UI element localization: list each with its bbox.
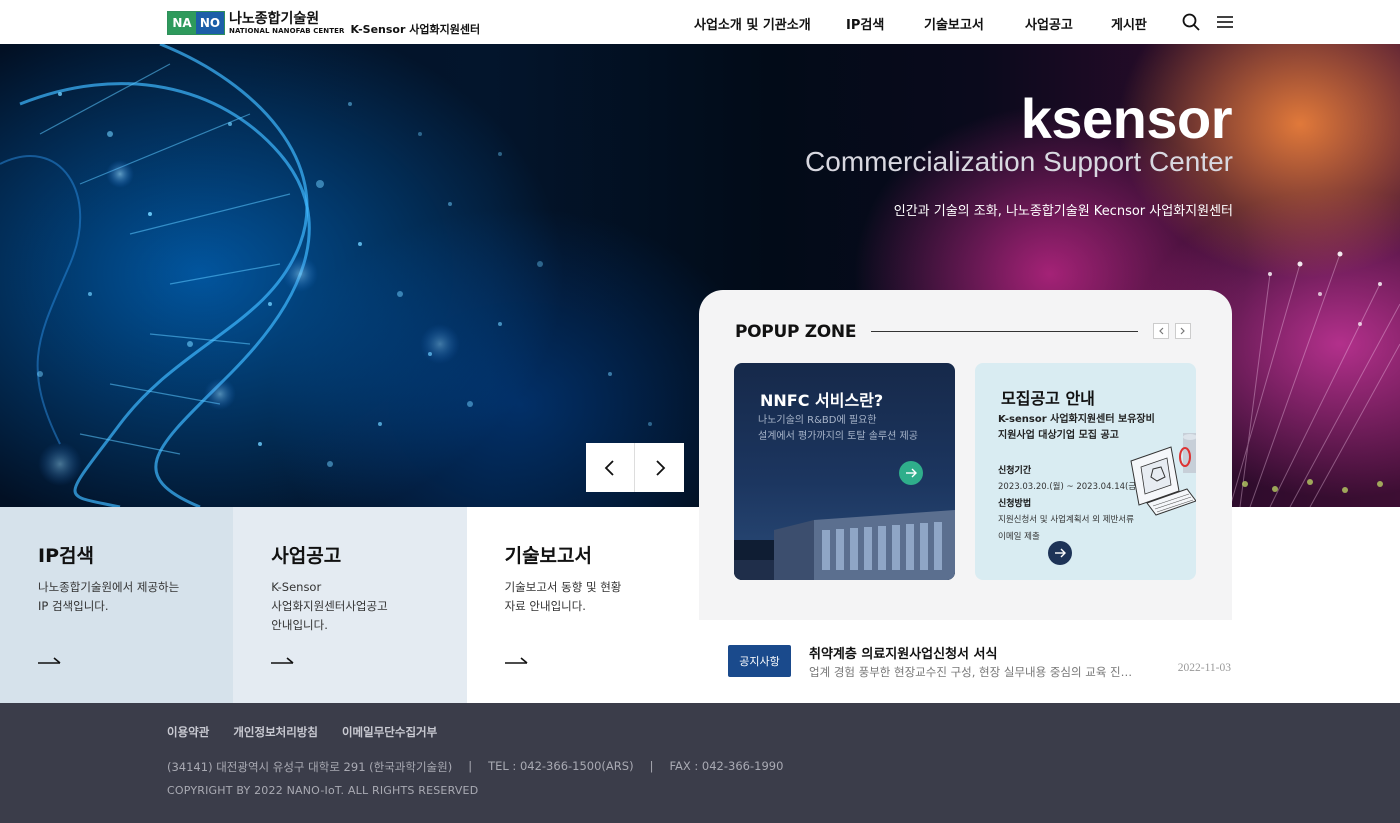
chevron-right-icon	[655, 459, 665, 476]
method-label: 신청방법	[998, 499, 1032, 509]
tile-title: 사업공고	[271, 545, 342, 567]
notice-title-link[interactable]: 취약계층 의료지원사업신청서 서식	[809, 643, 997, 662]
quick-link-tiles: IP검색 나노종합기술원에서 제공하는 IP 검색입니다. 사업공고 K-Sen…	[0, 507, 700, 703]
footer-tel: TEL : 042-366-1500(ARS)	[488, 759, 634, 773]
computer-illustration	[1130, 433, 1196, 516]
popup-nav	[1153, 323, 1191, 339]
footer-separator: |	[649, 759, 654, 773]
hero-prev-button[interactable]	[586, 443, 635, 492]
card-description: 나노기술의 R&BD에 필요한 설계에서 평가까지의 토탈 솔루션 제공	[758, 415, 918, 442]
period-value: 2023.03.20.(월) ~ 2023.04.14(금)	[998, 482, 1140, 492]
tile-announcements[interactable]: 사업공고 K-Sensor 사업화지원센터사업공고 안내입니다.	[233, 507, 467, 703]
nav-ip-search[interactable]: IP검색	[846, 14, 884, 33]
popup-next-button[interactable]	[1175, 323, 1191, 339]
nav-board[interactable]: 게시판	[1111, 14, 1147, 33]
hero-subtitle: Commercialization Support Center	[805, 146, 1233, 177]
nav-about[interactable]: 사업소개 및 기관소개	[694, 14, 811, 33]
arrow-right-icon	[271, 648, 295, 673]
hamburger-menu-icon[interactable]	[1215, 12, 1235, 32]
nav-announcements[interactable]: 사업공고	[1025, 14, 1073, 33]
tile-ip-search[interactable]: IP검색 나노종합기술원에서 제공하는 IP 검색입니다.	[0, 507, 234, 703]
popup-zone: POPUP ZONE NNFC 서비스란? 나노기술의 R&BD에 필요한 설계…	[699, 290, 1232, 620]
site-logo[interactable]: NA NO 나노종합기술원 NATIONAL NANOFAB CENTER K-…	[167, 9, 480, 37]
card-title: 모집공고 안내	[1001, 389, 1095, 408]
tile-title: 기술보고서	[504, 545, 592, 567]
tile-description: 기술보고서 동향 및 현황 자료 안내입니다.	[504, 580, 622, 613]
logo-korean-name: 나노종합기술원	[229, 10, 320, 27]
arrow-right-icon	[38, 648, 62, 673]
notice-badge[interactable]: 공지사항	[728, 645, 791, 677]
tile-description: 나노종합기술원에서 제공하는 IP 검색입니다.	[38, 580, 180, 613]
hero-title: ksensor	[1020, 87, 1233, 150]
logo-english-name: NATIONAL NANOFAB CENTER	[229, 26, 345, 35]
notice-bar: 공지사항 취약계층 의료지원사업신청서 서식 업계 경험 풍부한 현장교수진 구…	[699, 620, 1232, 703]
nav-tech-reports[interactable]: 기술보고서	[924, 14, 984, 33]
hero-description: 인간과 기술의 조화, 나노종합기술원 Kecnsor 사업화지원센터	[893, 204, 1233, 219]
footer-copyright: COPYRIGHT BY 2022 NANO-IoT. ALL RIGHTS R…	[167, 784, 479, 797]
arrow-right-icon[interactable]	[1048, 541, 1072, 565]
popup-divider	[871, 331, 1138, 332]
logo-text: 나노종합기술원 NATIONAL NANOFAB CENTER	[229, 12, 345, 35]
method-value-line1: 지원신청서 및 사업계획서 외 제반서류	[998, 515, 1134, 525]
notice-description: 업계 경험 풍부한 현장교수진 구성, 현장 실무내용 중심의 교육 진행 ..…	[809, 665, 1139, 679]
building-illustration	[734, 510, 955, 580]
chevron-right-icon	[1180, 327, 1185, 335]
footer-contact: (34141) 대전광역시 유성구 대학로 291 (한국과학기술원) | TE…	[167, 759, 783, 775]
hero-slider-controls	[586, 443, 684, 492]
popup-card-recruit[interactable]: 모집공고 안내 K-sensor 사업화지원센터 보유장비 지원사업 대상기업 …	[975, 363, 1196, 580]
footer-privacy-link[interactable]: 개인정보처리방침	[233, 724, 318, 740]
logo-mark-left: NA	[168, 12, 196, 34]
tile-title: IP검색	[38, 545, 94, 567]
hero-next-button[interactable]	[635, 443, 684, 492]
popup-card-nnfc[interactable]: NNFC 서비스란? 나노기술의 R&BD에 필요한 설계에서 평가까지의 토탈…	[734, 363, 955, 580]
footer-email-policy-link[interactable]: 이메일무단수집거부	[342, 724, 437, 740]
popup-prev-button[interactable]	[1153, 323, 1169, 339]
site-header: NA NO 나노종합기술원 NATIONAL NANOFAB CENTER K-…	[0, 0, 1400, 44]
tile-tech-reports[interactable]: 기술보고서 기술보고서 동향 및 현황 자료 안내입니다.	[466, 507, 700, 703]
logo-mark-right: NO	[196, 12, 224, 34]
nano-logo-mark: NA NO	[167, 11, 225, 35]
footer-terms-link[interactable]: 이용약관	[167, 724, 209, 740]
method-value-line2: 이메일 제출	[998, 532, 1040, 542]
logo-center-name: K-Sensor 사업화지원센터	[350, 23, 481, 36]
period-label: 신청기간	[998, 466, 1032, 476]
footer-links: 이용약관 개인정보처리방침 이메일무단수집거부	[167, 724, 437, 740]
arrow-right-icon[interactable]	[899, 461, 923, 485]
popup-zone-title: POPUP ZONE	[735, 322, 857, 342]
notice-date: 2022-11-03	[1177, 662, 1231, 674]
chevron-left-icon	[604, 459, 614, 476]
site-footer: 이용약관 개인정보처리방침 이메일무단수집거부 (34141) 대전광역시 유성…	[0, 703, 1400, 823]
search-icon[interactable]	[1181, 12, 1201, 32]
tile-description: K-Sensor 사업화지원센터사업공고 안내입니다.	[271, 580, 388, 632]
footer-separator: |	[468, 759, 473, 773]
chevron-left-icon	[1159, 327, 1164, 335]
arrow-right-icon	[504, 648, 529, 673]
footer-address: (34141) 대전광역시 유성구 대학로 291 (한국과학기술원)	[167, 760, 453, 774]
footer-fax: FAX : 042-366-1990	[669, 759, 784, 773]
card-title: NNFC 서비스란?	[760, 391, 884, 410]
